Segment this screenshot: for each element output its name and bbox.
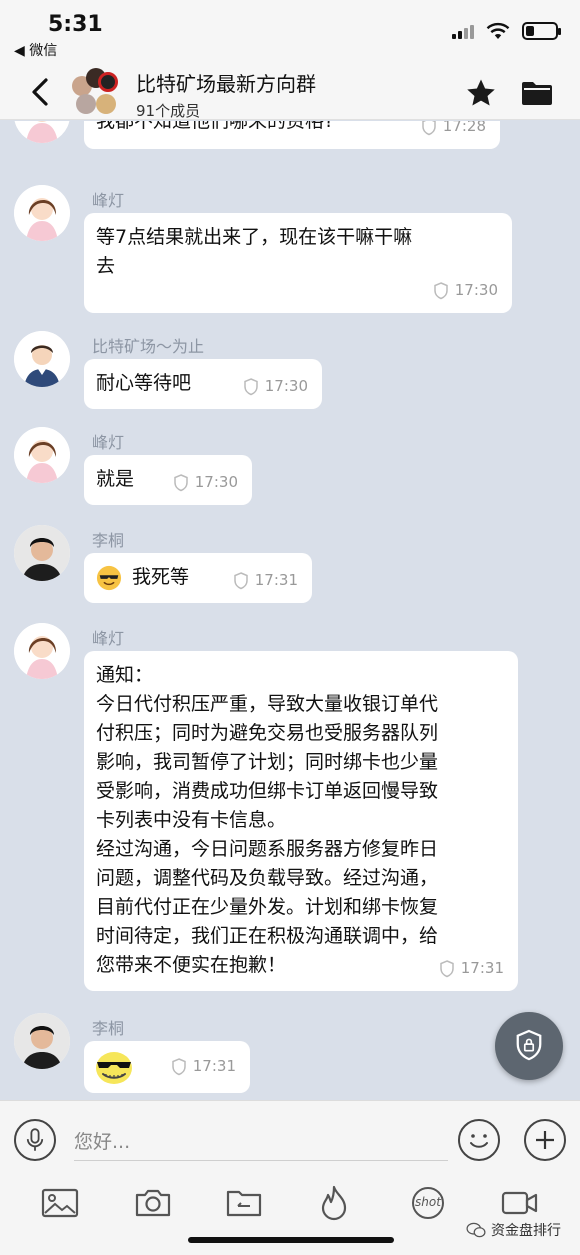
wechat-icon [466,1222,486,1238]
voice-button[interactable] [14,1119,56,1161]
back-arrow-icon[interactable] [24,72,58,112]
sender-name[interactable]: 比特矿场～为止 [92,333,204,357]
sender-name[interactable]: 峰灯 [92,625,124,649]
home-indicator[interactable] [188,1237,394,1243]
avatar[interactable] [14,121,70,143]
shield-icon [434,281,448,299]
plus-button[interactable] [524,1119,566,1161]
watermark-text: 资金盘排行 [491,1223,561,1239]
sender-name[interactable]: 峰灯 [92,429,124,453]
chat-header: 比特矿场最新方向群 91个成员 [0,62,580,120]
image-icon[interactable] [40,1185,80,1221]
avatar[interactable] [14,185,70,241]
wifi-icon [486,22,510,39]
folder-transfer-icon[interactable] [224,1185,264,1221]
message-bubble[interactable]: 通知： 今日代付积压严重，导致大量收银订单代 付积压；同时为避免交易也受服务器队… [84,651,518,991]
shield-lock-icon [516,1029,542,1061]
shield-icon [440,959,454,977]
message-text: 通知： 今日代付积压严重，导致大量收银订单代 付积压；同时为避免交易也受服务器队… [96,664,439,976]
message-text: 我都不知道他们哪来的资格? [96,121,335,132]
message-bubble[interactable]: 等7点结果就出来了，现在该干嘛干嘛 去 17:30 [84,213,512,313]
sender-name[interactable]: 峰灯 [92,187,124,211]
screenshot-button[interactable]: shot [408,1185,448,1221]
shield-icon [172,1057,186,1075]
security-shield-button[interactable] [495,1012,563,1080]
plus-icon [536,1131,554,1149]
message-bubble[interactable]: 我死等 17:31 [84,553,312,603]
message-bubble[interactable]: 耐心等待吧 17:30 [84,359,322,409]
message-time: 17:30 [264,377,308,395]
shield-icon [422,121,436,135]
cool-face-emoji [96,565,122,591]
message-time: 17:31 [254,571,298,589]
folder-icon[interactable] [520,78,554,108]
emoji-button[interactable] [458,1119,500,1161]
shot-label: shot [415,1195,441,1209]
sunglasses-emoji [96,1052,132,1084]
signal-icon [452,23,474,39]
star-icon[interactable] [464,76,498,110]
group-avatar[interactable] [70,66,120,116]
shield-icon [244,377,258,395]
avatar[interactable] [14,331,70,387]
message-time: 17:28 [442,121,486,135]
microphone-icon [26,1128,44,1151]
sender-name[interactable]: 李桐 [92,527,124,551]
sender-name[interactable]: 李桐 [92,1015,124,1039]
message-text: 就是 [96,468,135,490]
battery-icon [522,22,561,40]
message-text: 耐心等待吧 [96,372,192,394]
smiley-icon [470,1134,488,1148]
message-text: 等7点结果就出来了，现在该干嘛干嘛 去 [96,226,413,277]
member-count[interactable]: 91个成员 [136,100,200,121]
message-text: 我死等 [132,566,190,588]
watermark: 资金盘排行 [466,1220,561,1240]
back-to-app-link[interactable]: ◀ 微信 [14,40,57,60]
avatar[interactable] [14,1013,70,1069]
message-bubble[interactable]: 就是 17:30 [84,455,252,505]
message-bubble[interactable]: 我都不知道他们哪来的资格? 17:28 [84,121,500,149]
group-title: 比特矿场最新方向群 [136,72,316,96]
message-bubble[interactable]: 17:31 [84,1041,250,1093]
avatar[interactable] [14,623,70,679]
avatar[interactable] [14,427,70,483]
chat-area[interactable]: 我都不知道他们哪来的资格? 17:28 峰灯 等7点结果就出来了，现在该干嘛干嘛… [0,121,580,1100]
status-time: 5:31 [48,12,103,37]
shield-icon [234,571,248,589]
flame-icon[interactable] [314,1185,354,1221]
avatar[interactable] [14,525,70,581]
message-time: 17:30 [194,473,238,491]
camera-icon[interactable] [133,1185,173,1221]
message-input[interactable]: 您好... [74,1119,448,1161]
status-bar: 5:31 ◀ 微信 [0,0,580,62]
message-time: 17:31 [460,959,504,977]
shield-icon [174,473,188,491]
video-camera-icon[interactable] [500,1185,540,1221]
message-time: 17:31 [192,1057,236,1075]
message-time: 17:30 [454,281,498,299]
